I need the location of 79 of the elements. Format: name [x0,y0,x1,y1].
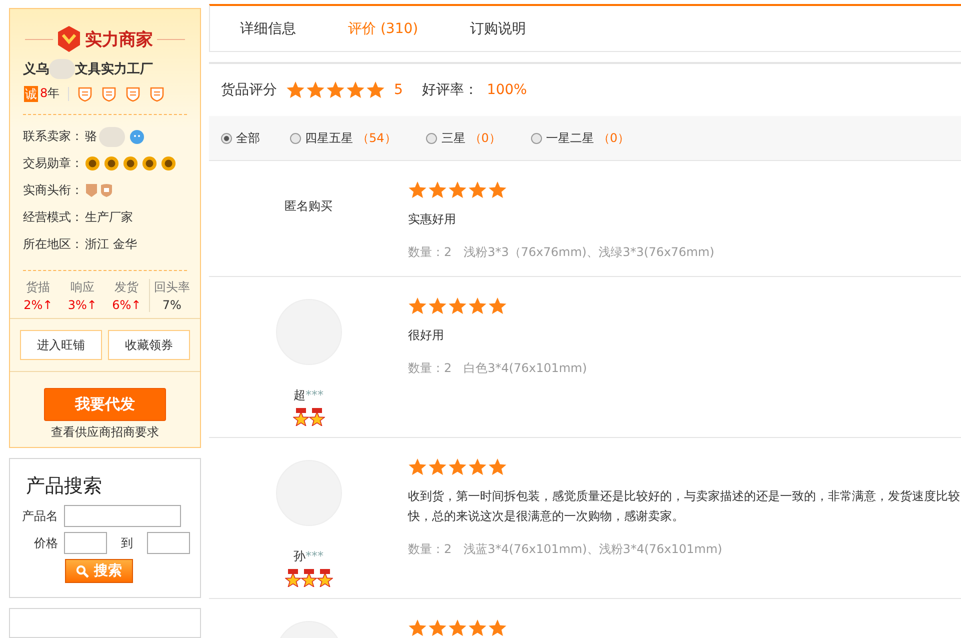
variant-text: 浅粉3*3（76x76mm)、浅绿3*3(76x76mm) [464,244,714,261]
medal-icon [308,408,324,426]
stat-value: 2%↑ [24,298,53,312]
field-label: 产品名 [21,508,58,524]
variant-text: 白色3*4(76x101mm) [464,360,587,377]
buyer-name: 超*** [294,387,324,404]
shield-icon[interactable] [124,86,141,102]
info-label: 经营模式： [23,209,83,226]
shop-button[interactable]: 收藏领券 [108,330,190,360]
filter-label[interactable]: 四星五星 [305,130,353,146]
title-badge-icon [85,183,98,198]
filter-label[interactable]: 三星 [441,130,466,146]
stat-value: 3%↑ [68,298,97,312]
medal-icon [85,156,100,171]
medal-icon [123,156,138,171]
info-label: 交易勋章： [23,155,83,172]
field-label: 价格 [33,534,58,552]
shield-icon[interactable] [100,86,117,102]
min-price-field[interactable] [64,532,107,554]
panel-title: 产品搜索 [26,474,102,499]
supplier-requirements-link[interactable]: 查看供应商招商要求 [51,424,159,441]
info-label: 所在地区： [23,236,83,253]
tab[interactable]: 订购说明 [440,20,526,38]
medal-icon [142,156,157,171]
tab[interactable]: 详细信息 [210,20,296,38]
info-label: 联系卖家： [23,128,83,145]
radio-button[interactable] [221,132,232,144]
filter-count: （0） [598,130,630,146]
shop-button[interactable]: 进入旺铺 [20,330,102,360]
filter-label[interactable]: 全部 [236,130,260,146]
quantity-text: 数量：2 [408,360,452,377]
filter-label[interactable]: 一星二星 [546,130,594,146]
medal-icon [104,156,119,171]
buyer-name: 孙*** [294,548,324,565]
quantity-text: 数量：2 [408,541,452,558]
info-label: 实商头衔： [23,182,83,199]
max-price-field[interactable] [147,532,190,554]
stat-value: 6%↑ [112,298,142,312]
cube-logo-icon [57,25,81,53]
radio-button[interactable] [290,132,301,144]
stat-label: 货描 [26,279,50,296]
medal-icon [292,408,308,426]
filter-count: （54） [357,130,396,146]
quantity-text: 数量：2 [408,244,452,261]
integrity-badge: 诚 [24,86,38,102]
company-name[interactable]: 文具实力工厂 [75,60,153,78]
info-value: 生产厂家 [85,209,133,226]
search-icon [76,564,89,578]
filter-count: （0） [469,130,501,146]
stat-label: 发货 [114,279,139,296]
review-text: 实惠好用 [408,211,456,228]
medal-icon [316,569,332,587]
review-text: 收到货，第一时间拆包装，感觉质量还是比较好的，与卖家描述的还是一致的，非常满意，发货速度比较快，总的来说这次是很满意的一次购物，感谢卖家。 [408,488,961,525]
medal-icon [300,569,316,587]
variant-text: 浅蓝3*4(76x101mm)、浅粉3*4(76x101mm) [464,541,722,558]
field-label: 到 [121,534,133,552]
title-badge-icon [100,183,113,198]
shield-icon[interactable] [76,86,93,102]
radio-button[interactable] [426,132,438,144]
info-value[interactable]: 骆 [85,128,97,145]
rate-label: 好评率： [422,81,478,99]
shield-icon[interactable] [148,86,165,102]
brand-title: 实力商家 [85,28,153,50]
buyer-name: 匿名购买 [284,198,332,215]
score-label: 货品评分 [221,81,277,99]
medal-icon [161,156,176,171]
info-value: 浙江 金华 [85,236,137,253]
score-value: 5 [394,82,403,98]
radio-button[interactable] [530,132,542,144]
stat-label: 回头率 [154,279,190,296]
rate-value: 100% [486,82,527,98]
product-name-field[interactable] [64,505,181,527]
chat-bubble-icon[interactable] [129,128,145,144]
stat-label: 响应 [70,279,94,296]
years-text: 8年 [40,85,60,102]
stat-value: 7% [162,298,182,312]
review-text: 很好用 [408,327,444,344]
medal-icon [284,569,300,587]
company-name[interactable]: 义乌 [23,60,49,78]
